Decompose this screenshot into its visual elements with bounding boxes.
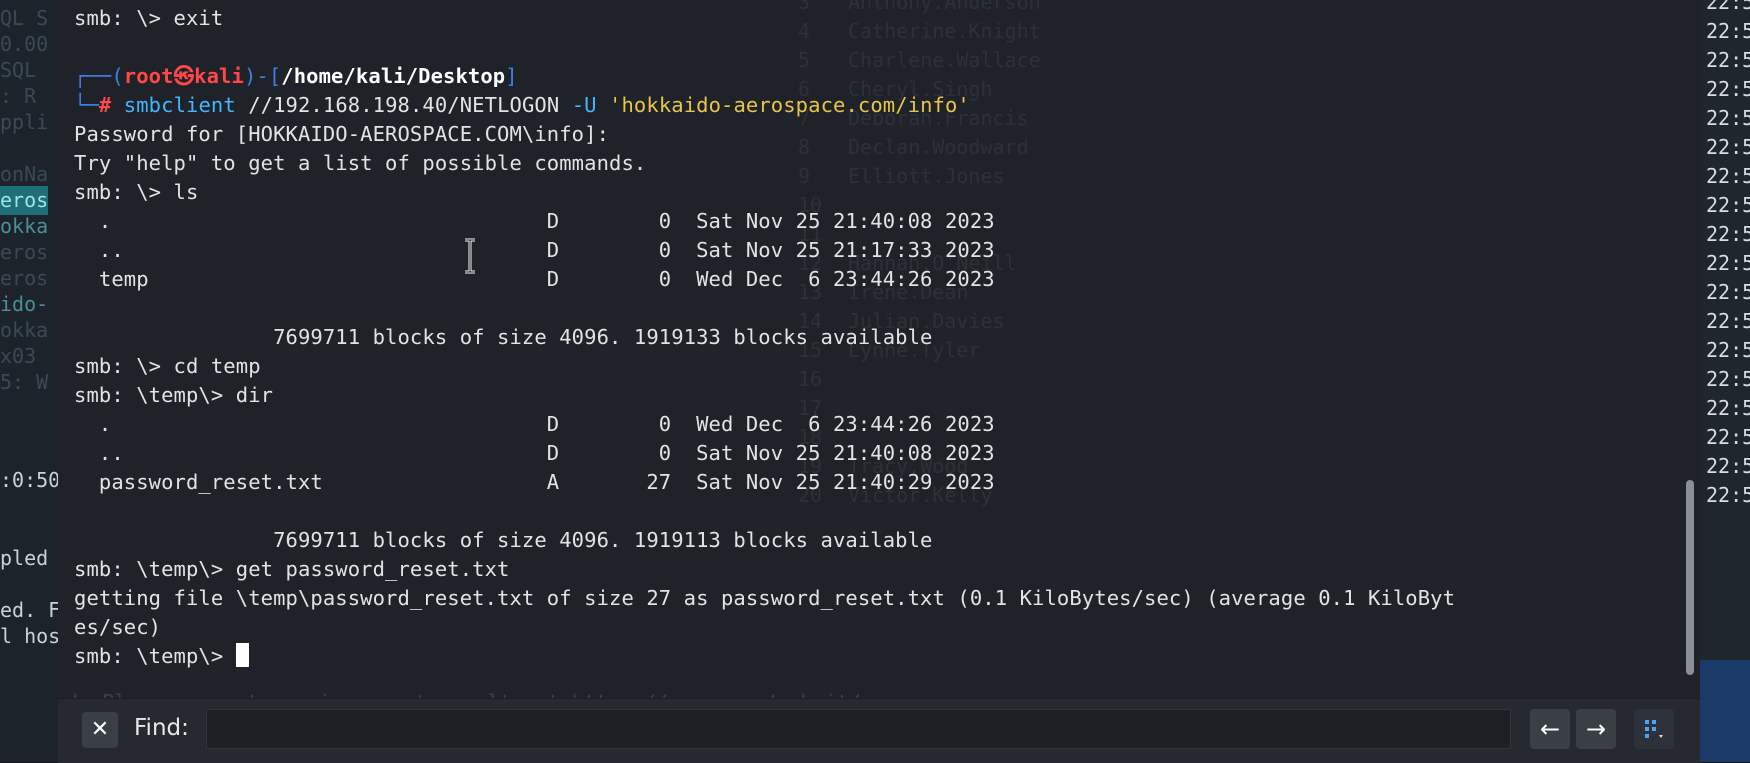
terminal-line: 7699711 blocks of size 4096. 1919113 blo… xyxy=(74,528,933,552)
terminal-window[interactable]: 3 Anthony.Anderson 4 Catherine.Knight 5 Charl… xyxy=(58,0,1700,762)
taskbar-dock xyxy=(1700,660,1750,762)
command-quoted-arg: 'hokkaido-aerospace.com/info' xyxy=(596,93,970,117)
background-text-line: ido- xyxy=(0,292,49,316)
terminal-line: 7699711 blocks of size 4096. 1919133 blo… xyxy=(74,325,933,349)
background-time-label: 22:5 xyxy=(1706,425,1750,449)
background-text-line: okka xyxy=(0,318,49,342)
terminal-line: smb: \> exit xyxy=(74,6,224,30)
current-prompt-line[interactable]: smb: \temp\> xyxy=(74,642,1670,671)
background-text-line: 5: W xyxy=(0,370,49,394)
terminal-line: smb: \temp\> dir xyxy=(74,383,274,407)
background-text-line: eros xyxy=(0,240,49,264)
close-icon: ✕ xyxy=(90,717,110,742)
background-text-line: eros xyxy=(0,266,49,290)
find-previous-button[interactable]: ← xyxy=(1530,709,1570,749)
terminal-line: getting file \temp\password_reset.txt of… xyxy=(74,586,1456,610)
background-time-label: 22:5 xyxy=(1706,338,1750,362)
terminal-line: smb: \> cd temp xyxy=(74,354,261,378)
ibeam-cursor-icon xyxy=(465,238,475,274)
terminal-line: .. D 0 Sat Nov 25 21:40:08 2023 xyxy=(74,441,995,465)
find-next-button[interactable]: → xyxy=(1576,709,1616,749)
background-text-line: l hos xyxy=(0,624,58,648)
background-text-line: SQL xyxy=(0,58,37,82)
prompt-hash: # xyxy=(98,93,112,117)
find-options-button[interactable] xyxy=(1634,709,1674,749)
background-time-label: 22:5 xyxy=(1706,0,1750,14)
background-text-line: x03 xyxy=(0,344,37,368)
terminal-scrollbar[interactable] xyxy=(1686,480,1694,675)
arrow-left-icon: ← xyxy=(1539,715,1561,743)
background-text-line: QL S xyxy=(0,6,49,30)
arrow-right-icon: → xyxy=(1585,715,1607,743)
terminal-line: . D 0 Sat Nov 25 21:40:08 2023 xyxy=(74,209,995,233)
prompt-at: ㉿ xyxy=(173,64,195,88)
prompt-user: root xyxy=(123,64,174,88)
background-time-label: 22:5 xyxy=(1706,309,1750,333)
prompt-command-line: └─# smbclient //192.168.198.40/NETLOGON … xyxy=(74,91,1670,120)
terminal-line: es/sec) xyxy=(74,615,162,639)
background-text-line: 0.00 xyxy=(0,32,49,56)
prompt-header-line: ┌──(root㉿kali)-[/home/kali/Desktop] xyxy=(74,62,1670,91)
background-time-label: 22:5 xyxy=(1706,48,1750,72)
command-name: smbclient xyxy=(123,93,236,117)
background-time-label: 22:5 xyxy=(1706,106,1750,130)
command-args: //192.168.198.40/NETLOGON xyxy=(235,93,572,117)
background-time-label: 22:5 xyxy=(1706,251,1750,275)
background-text-line: ppli xyxy=(0,110,49,134)
background-text-line: :0:50 xyxy=(0,468,58,492)
background-time-label: 22:5 xyxy=(1706,280,1750,304)
terminal-line: Try "help" to get a list of possible com… xyxy=(74,151,647,175)
text-cursor xyxy=(235,643,249,667)
find-bar: ✕ Find: ← → xyxy=(58,698,1700,763)
background-time-label: 22:5 xyxy=(1706,454,1750,478)
current-prompt: smb: \temp\> xyxy=(74,644,236,668)
find-input[interactable] xyxy=(206,709,1511,749)
find-label: Find: xyxy=(134,715,189,741)
background-text-line: onNa xyxy=(0,162,49,186)
background-text-line: okka xyxy=(0,214,49,238)
prompt-open: ┌──( xyxy=(74,64,124,88)
background-window-left: QL S 0.00 SQL: Rppli onNa eros okka eros eros id… xyxy=(0,0,58,762)
prompt-mid: )-[ xyxy=(243,64,282,88)
prompt-corner: └─ xyxy=(74,93,99,117)
terminal-line: .. D 0 Sat Nov 25 21:17:33 2023 xyxy=(74,238,995,262)
prompt-close: ] xyxy=(505,64,518,88)
background-time-label: 22:5 xyxy=(1706,367,1750,391)
background-text-line: eros xyxy=(0,186,49,215)
background-time-label: 22:5 xyxy=(1706,396,1750,420)
terminal-line: password_reset.txt A 27 Sat Nov 25 21:40… xyxy=(74,470,995,494)
terminal-line: . D 0 Wed Dec 6 23:44:26 2023 xyxy=(74,412,995,436)
prompt-path: /home/kali/Desktop xyxy=(281,64,506,88)
prompt-host: kali xyxy=(194,64,244,88)
terminal-line: Password for [HOKKAIDO-AEROSPACE.COM\inf… xyxy=(74,122,610,146)
terminal-output: smb: \> exit ┌──(root㉿kali)-[/home/kali/… xyxy=(74,4,1670,671)
search-options-icon xyxy=(1645,720,1663,738)
background-time-label: 22:5 xyxy=(1706,77,1750,101)
terminal-line: temp D 0 Wed Dec 6 23:44:26 2023 xyxy=(74,267,995,291)
background-time-label: 22:5 xyxy=(1706,193,1750,217)
terminal-line: smb: \temp\> get password_reset.txt xyxy=(74,557,510,581)
background-window-right: 22:5 22:5 22:5 22:5 22:5 22:5 22:5 22:5 22:5 22:5… xyxy=(1700,0,1750,762)
background-text-line: : R xyxy=(0,84,37,108)
background-time-label: 22:5 xyxy=(1706,164,1750,188)
background-time-label: 22:5 xyxy=(1706,19,1750,43)
background-text-line: ed. F xyxy=(0,598,58,622)
background-time-label: 22:5 xyxy=(1706,483,1750,507)
terminal-line: smb: \> ls xyxy=(74,180,199,204)
find-close-button[interactable]: ✕ xyxy=(82,712,118,748)
background-time-label: 22:5 xyxy=(1706,222,1750,246)
background-text-line: pled xyxy=(0,546,49,570)
command-flag: -U xyxy=(571,93,597,117)
background-time-label: 22:5 xyxy=(1706,135,1750,159)
